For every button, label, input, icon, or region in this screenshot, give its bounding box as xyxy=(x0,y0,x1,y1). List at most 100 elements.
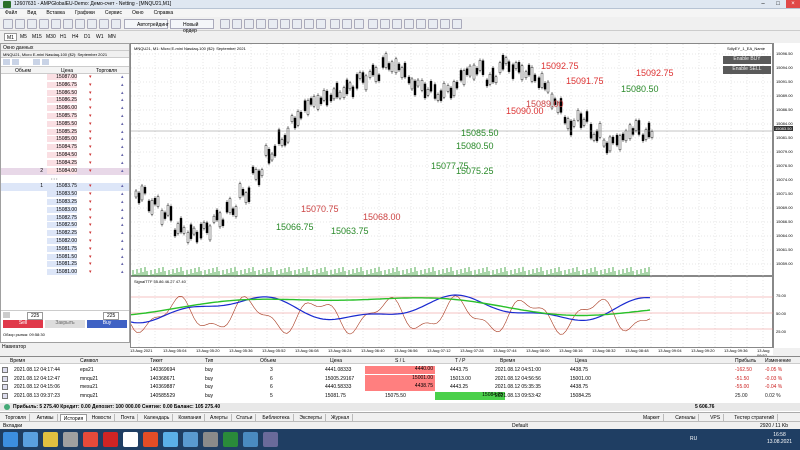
terminal-icon[interactable] xyxy=(63,19,73,29)
telegram-icon[interactable] xyxy=(163,432,178,447)
language-indicator[interactable]: RU xyxy=(690,436,697,442)
dom-sell-marker[interactable]: ▾ xyxy=(89,238,92,244)
dom-up-arrow[interactable]: ▴ xyxy=(121,183,124,189)
line-chart-icon[interactable] xyxy=(354,19,364,29)
dom-ask-row[interactable]: 15086.75 ▾ ▴ xyxy=(1,81,129,90)
dom-sell-marker[interactable]: ▾ xyxy=(89,160,92,166)
dom-up-arrow[interactable]: ▴ xyxy=(121,136,124,142)
dom-up-arrow[interactable]: ▴ xyxy=(121,129,124,135)
dom-sell-marker[interactable]: ▾ xyxy=(89,74,92,80)
dom-ask-row[interactable]: 2 15084.00 ▾ ▴ xyxy=(1,167,129,176)
maximize-icon[interactable]: □ xyxy=(771,0,785,8)
dom-bid-row[interactable]: 15081.50 ▾ ▴ xyxy=(1,253,129,262)
dom-ask-row[interactable]: 15085.75 ▾ ▴ xyxy=(1,113,129,121)
dom-sell-marker[interactable]: ▾ xyxy=(89,269,92,275)
dom-up-arrow[interactable]: ▴ xyxy=(121,74,124,80)
arrow-tool-icon[interactable] xyxy=(316,19,326,29)
buy-button[interactable]: Buy xyxy=(87,320,127,328)
dom-sell-marker[interactable]: ▾ xyxy=(89,129,92,135)
dom-bid-row[interactable]: 15082.50 ▾ ▴ xyxy=(1,222,129,230)
terminal-col-header[interactable]: Прибыль xyxy=(735,358,756,364)
candle-chart-icon[interactable] xyxy=(342,19,352,29)
dom-sell-marker[interactable]: ▾ xyxy=(89,222,92,228)
dom-up-arrow[interactable]: ▴ xyxy=(121,160,124,166)
enable-buy-button[interactable]: Enable BUY xyxy=(723,56,771,64)
menu-tools[interactable]: Сервис xyxy=(100,9,127,17)
tf-m15[interactable]: M15 xyxy=(30,33,44,41)
app-icon-4[interactable] xyxy=(263,432,278,447)
dom-sell-marker[interactable]: ▾ xyxy=(89,199,92,205)
navigator-title[interactable]: Навигатор xyxy=(2,344,26,350)
dom-up-arrow[interactable]: ▴ xyxy=(121,121,124,127)
dom-ask-row[interactable]: 15084.75 ▾ ▴ xyxy=(1,144,129,152)
new-chart-icon[interactable] xyxy=(3,19,13,29)
text-tool-icon[interactable] xyxy=(304,19,314,29)
start-icon[interactable] xyxy=(3,432,18,447)
dom-ask-row[interactable]: 15086.50 ▾ ▴ xyxy=(1,89,129,98)
dom-sell-marker[interactable]: ▾ xyxy=(89,191,92,197)
dom-up-arrow[interactable]: ▴ xyxy=(121,105,124,111)
dom-settings-icon[interactable] xyxy=(3,59,10,65)
dom-sell-marker[interactable]: ▾ xyxy=(89,207,92,213)
dom-up-arrow[interactable]: ▴ xyxy=(121,261,124,267)
dom-ask-row[interactable]: 15086.00 ▾ ▴ xyxy=(1,105,129,113)
dom-sell-marker[interactable]: ▾ xyxy=(89,261,92,267)
tf-m30[interactable]: M30 xyxy=(44,33,58,41)
tf-m5[interactable]: M5 xyxy=(18,33,29,41)
dom-sell-marker[interactable]: ▾ xyxy=(89,254,92,260)
cursor-icon[interactable] xyxy=(220,19,230,29)
table-row[interactable]: 2021.08.12 04:17:44 eps21 140369694 buy 3 444… xyxy=(0,366,800,374)
terminal-col-header[interactable]: Символ xyxy=(80,358,98,364)
indicator-pane[interactable]: SignalTTF 55.86 46.27 47.40 xyxy=(130,276,774,349)
table-row[interactable]: 2021.08.12 04:15:06 mesu21 140369887 buy 6 44… xyxy=(0,383,800,391)
dom-up-arrow[interactable]: ▴ xyxy=(121,254,124,260)
dom-sell-marker[interactable]: ▾ xyxy=(89,90,92,96)
dom-up-arrow[interactable]: ▴ xyxy=(121,199,124,205)
dom-sell-marker[interactable]: ▾ xyxy=(89,215,92,221)
chrome-icon[interactable] xyxy=(123,432,138,447)
dom-sell-marker[interactable]: ▾ xyxy=(89,152,92,158)
menu-file[interactable]: Файл xyxy=(0,9,22,17)
dom-bid-row[interactable]: 15082.75 ▾ ▴ xyxy=(1,214,129,223)
dom-bid-row[interactable]: 15081.75 ▾ ▴ xyxy=(1,245,129,254)
navigator-icon[interactable] xyxy=(51,19,61,29)
dom-up-arrow[interactable]: ▴ xyxy=(121,191,124,197)
dom-up-arrow[interactable]: ▴ xyxy=(121,168,124,174)
sell-button[interactable]: Sell xyxy=(3,320,43,328)
fibo-icon[interactable] xyxy=(292,19,302,29)
zoom-out-icon[interactable] xyxy=(380,19,390,29)
trendline-icon[interactable] xyxy=(268,19,278,29)
ie-icon[interactable] xyxy=(23,432,38,447)
terminal-col-header[interactable]: Тикет xyxy=(150,358,163,364)
dom-sell-marker[interactable]: ▾ xyxy=(89,230,92,236)
templates-icon[interactable] xyxy=(452,19,462,29)
dom-sell-marker[interactable]: ▾ xyxy=(89,97,92,103)
new-order-button[interactable]: Новый ордер xyxy=(170,19,214,34)
dom-up-arrow[interactable]: ▴ xyxy=(121,222,124,228)
menu-help[interactable]: Справка xyxy=(149,9,179,17)
script-icon[interactable] xyxy=(99,19,109,29)
dom-up-arrow[interactable]: ▴ xyxy=(121,215,124,221)
dom-sell-marker[interactable]: ▾ xyxy=(89,121,92,127)
dom-qty-input[interactable]: 225 xyxy=(27,312,44,320)
app-icon-3[interactable] xyxy=(243,432,258,447)
table-row[interactable]: 2021.08.12 04:12:47 mnqu21 140368671 buy 6 15… xyxy=(0,374,800,383)
dom-bid-row[interactable]: 1 15083.75 ▾ ▴ xyxy=(1,183,129,192)
dom-sell-marker[interactable]: ▾ xyxy=(89,246,92,252)
dom-ask-row[interactable]: 15085.00 ▾ ▴ xyxy=(1,136,129,144)
dom-up-arrow[interactable]: ▴ xyxy=(121,207,124,213)
word-icon[interactable] xyxy=(183,432,198,447)
dom-center-icon[interactable] xyxy=(42,59,49,65)
dom-bid-row[interactable]: 15082.00 ▾ ▴ xyxy=(1,238,129,246)
app-icon-2[interactable] xyxy=(203,432,218,447)
clock[interactable]: 16:58 13.08.2021 xyxy=(767,432,792,446)
terminal-col-header[interactable]: S / L xyxy=(395,358,405,364)
editor-icon[interactable] xyxy=(87,19,97,29)
opera-icon[interactable] xyxy=(143,432,158,447)
terminal-col-header[interactable]: Тип xyxy=(205,358,213,364)
metatrader-icon[interactable] xyxy=(223,432,238,447)
indicator-canvas[interactable] xyxy=(131,277,774,349)
menu-insert[interactable]: Вставка xyxy=(41,9,70,17)
tf-h1[interactable]: H1 xyxy=(58,33,68,41)
tf-w1[interactable]: W1 xyxy=(94,33,106,41)
